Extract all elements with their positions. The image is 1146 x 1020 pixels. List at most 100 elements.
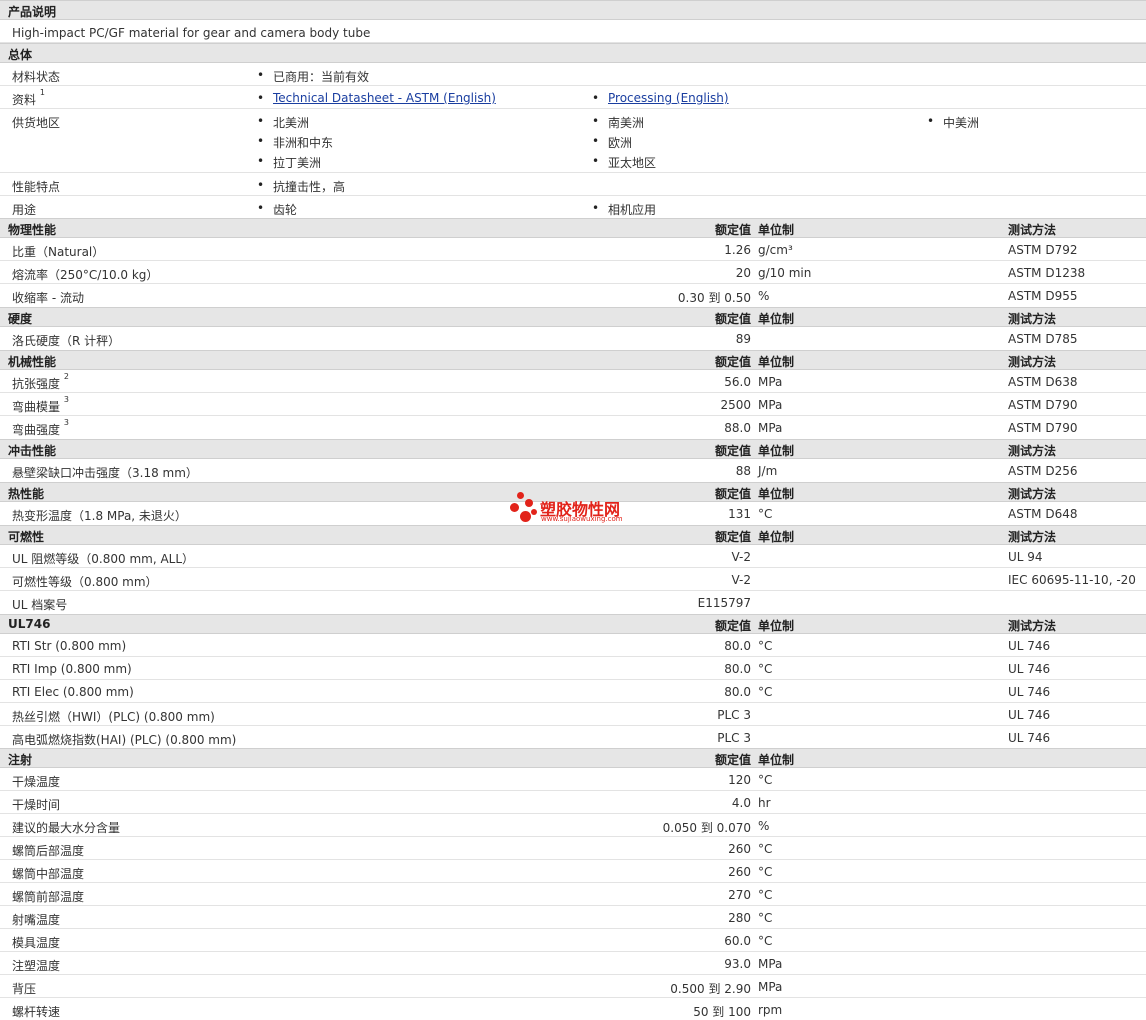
property-test: UL 746 — [1008, 662, 1051, 676]
doc-item: Technical Datasheet - ASTM (English) — [257, 91, 496, 105]
label-text: 弯曲强度 — [12, 423, 61, 437]
property-value: 88.0 — [724, 421, 751, 435]
section-title: 可燃性 — [8, 530, 45, 544]
column-header-test: 测试方法 — [1008, 487, 1057, 501]
column-header-value: 额定值 — [714, 487, 751, 501]
property-unit: % — [758, 819, 770, 833]
property-value: 270 — [728, 888, 751, 902]
column-header-test: 测试方法 — [1008, 355, 1057, 369]
region-item: 亚太地区 — [592, 154, 656, 171]
property-value: V-2 — [731, 573, 751, 587]
property-label: 建议的最大水分含量 — [12, 821, 121, 835]
property-unit: MPa — [758, 957, 783, 971]
logo-dot — [517, 492, 524, 499]
column-header-unit: 单位制 — [758, 619, 795, 633]
property-label: 抗张强度 2 — [12, 372, 69, 392]
watermark-url: www.sujiaowuxing.com — [541, 515, 623, 523]
property-value: 280 — [728, 911, 751, 925]
property-row: 弯曲强度 3 88.0 MPa ASTM D790 — [0, 416, 1146, 439]
property-label: RTI Str (0.800 mm) — [12, 639, 127, 653]
property-row: 螺杆转速 50 到 100 rpm — [0, 998, 1146, 1019]
property-row: UL 阻燃等级（0.800 mm, ALL） V-2 UL 94 — [0, 545, 1146, 568]
doc-item: Processing (English) — [592, 91, 729, 105]
property-value: 1.26 — [724, 243, 751, 257]
property-row: 干燥时间 4.0 hr — [0, 791, 1146, 814]
description-text: High-impact PC/GF material for gear and … — [12, 26, 371, 40]
status-row: 材料状态 已商用：当前有效 — [0, 63, 1146, 86]
property-unit: °C — [758, 888, 773, 902]
property-value: 93.0 — [724, 957, 751, 971]
property-row: 建议的最大水分含量 0.050 到 0.070 % — [0, 814, 1146, 837]
logo-dot — [510, 503, 519, 512]
property-value: 20 — [735, 266, 751, 280]
property-test: UL 94 — [1008, 550, 1043, 564]
column-header-unit: 单位制 — [758, 444, 795, 458]
section-title: 硬度 — [8, 312, 33, 326]
property-unit: °C — [758, 662, 773, 676]
property-label: RTI Imp (0.800 mm) — [12, 662, 132, 676]
property-label: 注塑温度 — [12, 959, 61, 973]
property-row: 抗张强度 2 56.0 MPa ASTM D638 — [0, 370, 1146, 393]
section-title: 冲击性能 — [8, 444, 57, 458]
property-label: 热丝引燃（HWI）(PLC) (0.800 mm) — [12, 710, 215, 724]
property-label: 弯曲模量 3 — [12, 395, 69, 415]
property-test: ASTM D790 — [1008, 398, 1078, 412]
label-text: 抗张强度 — [12, 377, 61, 391]
property-value: 120 — [728, 773, 751, 787]
property-label: 螺筒后部温度 — [12, 844, 85, 858]
regions-row: 供货地区 北美洲 南美洲 中美洲 非洲和中东 欧洲 拉丁美洲 亚太地区 — [0, 109, 1146, 173]
region-item: 拉丁美洲 — [257, 154, 321, 171]
property-row: 螺筒中部温度 260 °C — [0, 860, 1146, 883]
processing-link[interactable]: Processing (English) — [608, 91, 729, 105]
use-item: 齿轮 — [257, 201, 297, 218]
property-label: 热变形温度（1.8 MPa, 未退火） — [12, 509, 187, 523]
technical-datasheet-link[interactable]: Technical Datasheet - ASTM (English) — [273, 91, 496, 105]
property-row: 悬壁梁缺口冲击强度（3.18 mm） 88 J/m ASTM D256 — [0, 459, 1146, 482]
property-row: 注塑温度 93.0 MPa — [0, 952, 1146, 975]
column-header-value: 额定值 — [714, 355, 751, 369]
property-value: 80.0 — [724, 685, 751, 699]
section-title: 产品说明 — [8, 5, 57, 19]
property-unit: g/10 min — [758, 266, 812, 280]
column-header-value: 额定值 — [714, 619, 751, 633]
property-unit: °C — [758, 934, 773, 948]
property-value: 0.500 到 2.90 — [670, 982, 751, 996]
column-header-unit: 单位制 — [758, 487, 795, 501]
property-row: 可燃性等级（0.800 mm） V-2 IEC 60695-11-10, -20 — [0, 568, 1146, 591]
region-item: 北美洲 — [257, 114, 309, 131]
property-test: ASTM D792 — [1008, 243, 1078, 257]
section-header-physical: 物理性能 额定值 单位制 测试方法 — [0, 218, 1146, 238]
documents-row: 资料 1 Technical Datasheet - ASTM (English… — [0, 86, 1146, 109]
use-item: 相机应用 — [592, 201, 656, 218]
column-header-unit: 单位制 — [758, 530, 795, 544]
section-title: 总体 — [8, 48, 33, 62]
column-header-value: 额定值 — [714, 530, 751, 544]
property-value: 260 — [728, 842, 751, 856]
property-value: 50 到 100 — [693, 1005, 751, 1019]
property-row: 背压 0.500 到 2.90 MPa — [0, 975, 1146, 998]
property-label: 背压 — [12, 982, 37, 996]
section-title: 机械性能 — [8, 355, 57, 369]
section-header-ul746: UL746 额定值 单位制 测试方法 — [0, 614, 1146, 634]
property-test: UL 746 — [1008, 685, 1051, 699]
property-test: IEC 60695-11-10, -20 — [1008, 573, 1136, 587]
property-test: UL 746 — [1008, 639, 1051, 653]
property-test: ASTM D785 — [1008, 332, 1078, 346]
property-unit: MPa — [758, 375, 783, 389]
property-value: PLC 3 — [717, 731, 751, 745]
property-label: 螺筒前部温度 — [12, 890, 85, 904]
property-unit: °C — [758, 507, 773, 521]
property-unit: MPa — [758, 421, 783, 435]
property-row: 弯曲模量 3 2500 MPa ASTM D790 — [0, 393, 1146, 416]
property-value: 0.050 到 0.070 — [662, 821, 751, 835]
row-label: 性能特点 — [12, 180, 61, 194]
section-header-general: 总体 — [0, 43, 1146, 63]
feature-item: 抗撞击性，高 — [257, 178, 345, 195]
property-test: ASTM D648 — [1008, 507, 1078, 521]
logo-dot — [520, 511, 531, 522]
property-label: UL 阻燃等级（0.800 mm, ALL） — [12, 552, 195, 566]
property-row: 干燥温度 120 °C — [0, 768, 1146, 791]
property-unit: g/cm³ — [758, 243, 793, 257]
footnote-marker: 1 — [39, 88, 45, 97]
property-row: UL 档案号 E115797 — [0, 591, 1146, 614]
